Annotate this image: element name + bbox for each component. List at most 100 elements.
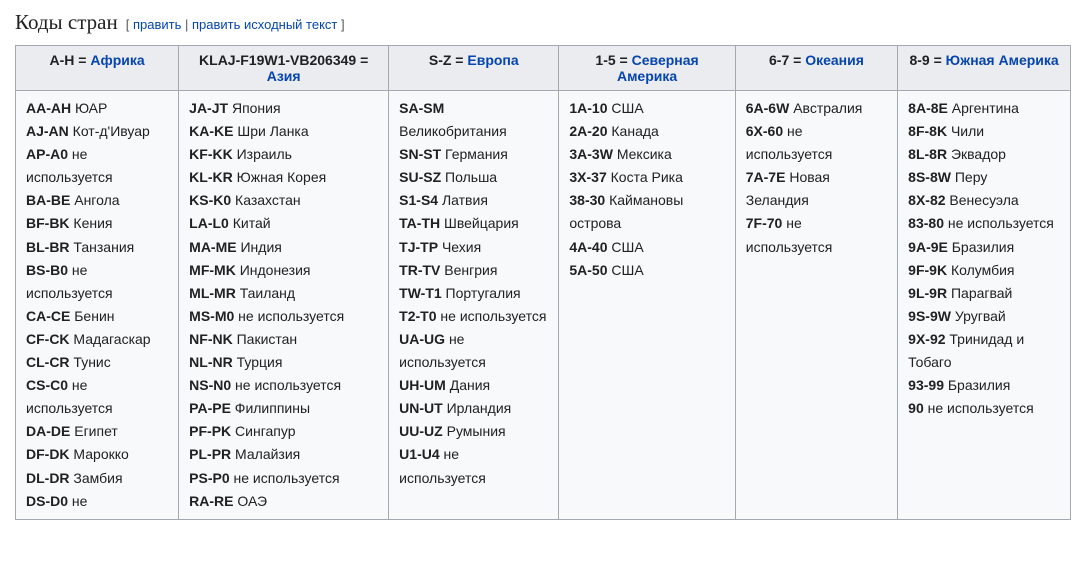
code-range: 8X-82 (908, 192, 945, 208)
code-label: Колумбия (947, 262, 1014, 278)
code-label: Шри Ланка (234, 123, 309, 139)
code-range: CL-CR (26, 354, 70, 370)
column-cell: AA-AH ЮАРAJ-AN Кот-д'ИвуарAP-A0 не испол… (16, 91, 179, 520)
code-range: DL-DR (26, 470, 70, 486)
column-header: 1-5 = Северная Америка (559, 46, 735, 91)
code-label: Сингапур (231, 423, 295, 439)
column-cell: SA-SM ВеликобританияSN-ST ГерманияSU-SZ … (389, 91, 559, 520)
edit-source-link[interactable]: править исходный текст (192, 17, 337, 32)
code-range: LA-L0 (189, 215, 229, 231)
code-label: Мадагаскар (70, 331, 151, 347)
column-cell: 8A-8E Аргентина8F-8K Чили8L-8R Эквадор8S… (898, 91, 1071, 520)
code-range: MS-M0 (189, 308, 234, 324)
code-range: KS-K0 (189, 192, 231, 208)
code-range: BL-BR (26, 239, 70, 255)
code-label: Дания (446, 377, 490, 393)
column-header: 8-9 = Южная Америка (898, 46, 1071, 91)
code-range: UH-UM (399, 377, 446, 393)
code-range: 8F-8K (908, 123, 947, 139)
code-label: Германия (441, 146, 508, 162)
code-range: 38-30 (569, 192, 605, 208)
code-range: TW-T1 (399, 285, 442, 301)
code-range: 3X-37 (569, 169, 606, 185)
code-label: Румыния (443, 423, 506, 439)
region-link[interactable]: Африка (90, 52, 144, 68)
column-cell: 1A-10 США2A-20 Канада3A-3W Мексика3X-37 … (559, 91, 735, 520)
code-range: NF-NK (189, 331, 233, 347)
region-link[interactable]: Европа (467, 52, 518, 68)
code-range: DF-DK (26, 446, 70, 462)
code-label: Турция (233, 354, 283, 370)
code-label: Венгрия (440, 262, 497, 278)
code-label: Мексика (613, 146, 672, 162)
header-prefix: 6-7 = (769, 52, 805, 68)
country-codes-table: A-H = АфрикаKLAJ-F19W1-VB206349 = АзияS-… (15, 45, 1071, 520)
code-label: США (608, 262, 644, 278)
code-range: 83-80 (908, 215, 944, 231)
code-range: KF-KK (189, 146, 233, 162)
code-range: 6A-6W (746, 100, 790, 116)
code-range: SU-SZ (399, 169, 441, 185)
code-range: BS-B0 (26, 262, 68, 278)
code-range: MF-MK (189, 262, 236, 278)
code-range: 2A-20 (569, 123, 607, 139)
code-range: SA-SM (399, 100, 444, 116)
header-prefix: KLAJ-F19W1-VB206349 = (199, 52, 368, 68)
code-label: Индонезия (236, 262, 311, 278)
code-range: 9A-9E (908, 239, 948, 255)
code-label: Казахстан (231, 192, 301, 208)
code-label: Эквадор (947, 146, 1006, 162)
code-label: Япония (228, 100, 281, 116)
code-range: DS-D0 (26, 493, 68, 509)
column-cell: 6A-6W Австралия6X-60 не используется7A-7… (735, 91, 897, 520)
code-label: Перу (951, 169, 987, 185)
code-label: Латвия (438, 192, 488, 208)
code-range: 8A-8E (908, 100, 948, 116)
code-label: Уругвай (951, 308, 1006, 324)
code-range: PF-PK (189, 423, 231, 439)
code-label: Ангола (70, 192, 119, 208)
code-range: BF-BK (26, 215, 70, 231)
code-range: 9S-9W (908, 308, 951, 324)
code-label: Кения (70, 215, 113, 231)
region-link[interactable]: Азия (267, 68, 301, 84)
code-range: CF-CK (26, 331, 70, 347)
code-label: не используется (234, 308, 344, 324)
code-range: ML-MR (189, 285, 236, 301)
code-range: KA-KE (189, 123, 233, 139)
table-header-row: A-H = АфрикаKLAJ-F19W1-VB206349 = АзияS-… (16, 46, 1071, 91)
region-link[interactable]: Южная Америка (946, 52, 1059, 68)
code-range: TJ-TP (399, 239, 438, 255)
code-label: Польша (441, 169, 497, 185)
column-header: 6-7 = Океания (735, 46, 897, 91)
column-header: A-H = Африка (16, 46, 179, 91)
edit-link[interactable]: править (133, 17, 181, 32)
code-label: Кот-д'Ивуар (69, 123, 150, 139)
column-header: KLAJ-F19W1-VB206349 = Азия (179, 46, 389, 91)
code-label: Швейцария (440, 215, 519, 231)
region-link[interactable]: Океания (805, 52, 864, 68)
code-label: Пакистан (233, 331, 297, 347)
code-range: 4A-40 (569, 239, 607, 255)
code-range: 7A-7E (746, 169, 786, 185)
code-range: 8L-8R (908, 146, 947, 162)
code-label: не используется (924, 400, 1034, 416)
code-label: Португалия (442, 285, 521, 301)
code-label: Тунис (70, 354, 111, 370)
code-range: 6X-60 (746, 123, 783, 139)
edit-section: [ править | править исходный текст ] (126, 17, 345, 32)
code-label: Австралия (789, 100, 862, 116)
heading-text: Коды стран (15, 10, 118, 35)
code-range: SN-ST (399, 146, 441, 162)
header-prefix: S-Z = (429, 52, 468, 68)
code-range: 5A-50 (569, 262, 607, 278)
code-label: ОАЭ (234, 493, 268, 509)
section-heading: Коды стран [ править | править исходный … (15, 10, 1071, 35)
code-range: PL-PR (189, 446, 231, 462)
code-range: 93-99 (908, 377, 944, 393)
code-range: 8S-8W (908, 169, 951, 185)
code-range: NL-NR (189, 354, 233, 370)
code-range: UA-UG (399, 331, 445, 347)
code-label: Парагвай (947, 285, 1012, 301)
code-range: AJ-AN (26, 123, 69, 139)
